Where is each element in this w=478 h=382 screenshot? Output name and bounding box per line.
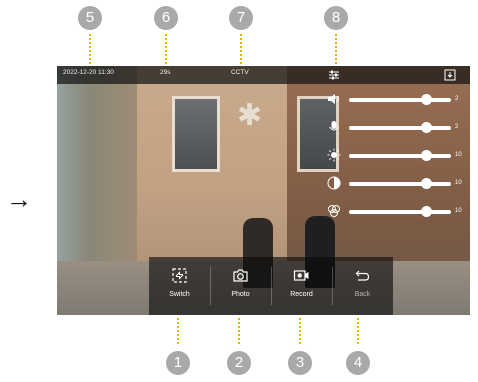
volume-slider[interactable]: 2 bbox=[327, 92, 467, 108]
callout-3: 3 bbox=[288, 351, 312, 375]
callout-3-guide bbox=[299, 318, 301, 344]
photo-button[interactable]: Photo bbox=[210, 257, 271, 315]
status-bar: 2022-12-20 11:30 29s CCTV bbox=[57, 66, 470, 84]
back-arrow-icon bbox=[355, 270, 370, 281]
scene-ornament: ✱ bbox=[237, 99, 263, 132]
contrast-thumb[interactable] bbox=[420, 178, 432, 189]
callout-1-guide bbox=[177, 318, 179, 344]
record-label: Record bbox=[290, 291, 313, 298]
camera-icon bbox=[233, 269, 248, 282]
contrast-value: 10 bbox=[455, 180, 462, 186]
microphone-thumb[interactable] bbox=[420, 122, 432, 133]
color-thumb[interactable] bbox=[420, 206, 432, 217]
microphone-track bbox=[349, 126, 451, 130]
sun-icon bbox=[327, 148, 341, 162]
back-label: Back bbox=[354, 291, 371, 298]
callout-2: 2 bbox=[227, 351, 251, 375]
microphone-value: 2 bbox=[455, 124, 459, 130]
duration-label: 29s bbox=[160, 69, 171, 76]
callout-5: 5 bbox=[78, 6, 102, 30]
callout-6-guide bbox=[165, 34, 167, 64]
callout-6: 6 bbox=[154, 6, 178, 30]
contrast-track bbox=[349, 182, 451, 186]
microphone-slider[interactable]: 2 bbox=[327, 120, 467, 136]
brightness-thumb[interactable] bbox=[420, 150, 432, 161]
callout-7-guide bbox=[240, 34, 242, 64]
indicator-arrow: → bbox=[6, 184, 32, 214]
video-record-icon bbox=[293, 270, 309, 281]
callout-1: 1 bbox=[166, 351, 190, 375]
callout-4-guide bbox=[357, 318, 359, 344]
callout-7: 7 bbox=[229, 6, 253, 30]
callout-2-guide bbox=[238, 318, 240, 344]
datetime-label: 2022-12-20 11:30 bbox=[63, 69, 114, 76]
sliders-icon[interactable] bbox=[328, 69, 340, 81]
switch-camera-icon bbox=[172, 268, 187, 283]
color-slider[interactable]: 10 bbox=[327, 204, 467, 220]
callout-5-guide bbox=[89, 34, 91, 64]
color-icon bbox=[328, 205, 340, 217]
contrast-slider[interactable]: 10 bbox=[327, 176, 467, 192]
callout-8-guide bbox=[335, 34, 337, 64]
volume-track bbox=[349, 98, 451, 102]
back-button[interactable]: Back bbox=[332, 257, 393, 315]
microphone-icon bbox=[329, 121, 339, 131]
brightness-value: 10 bbox=[455, 152, 462, 158]
switch-button[interactable]: Switch bbox=[149, 257, 210, 315]
volume-value: 2 bbox=[455, 96, 459, 102]
photo-label: Photo bbox=[231, 291, 250, 298]
contrast-icon bbox=[327, 176, 341, 190]
brightness-track bbox=[349, 154, 451, 158]
scene-window bbox=[172, 96, 220, 172]
switch-label: Switch bbox=[169, 291, 190, 298]
color-value: 10 bbox=[455, 208, 462, 214]
volume-thumb[interactable] bbox=[420, 94, 432, 105]
camera-screen: ✱ 2022-12-20 11:30 29s CCTV 2 2 10 10 10… bbox=[57, 66, 470, 315]
speaker-icon bbox=[328, 94, 339, 104]
brightness-slider[interactable]: 10 bbox=[327, 148, 467, 164]
callout-8: 8 bbox=[324, 6, 348, 30]
exit-icon[interactable] bbox=[444, 69, 456, 81]
record-button[interactable]: Record bbox=[271, 257, 332, 315]
color-track bbox=[349, 210, 451, 214]
callout-4: 4 bbox=[346, 351, 370, 375]
bottom-toolbar: Switch Photo Record Back bbox=[149, 257, 393, 315]
source-label: CCTV bbox=[231, 69, 249, 76]
